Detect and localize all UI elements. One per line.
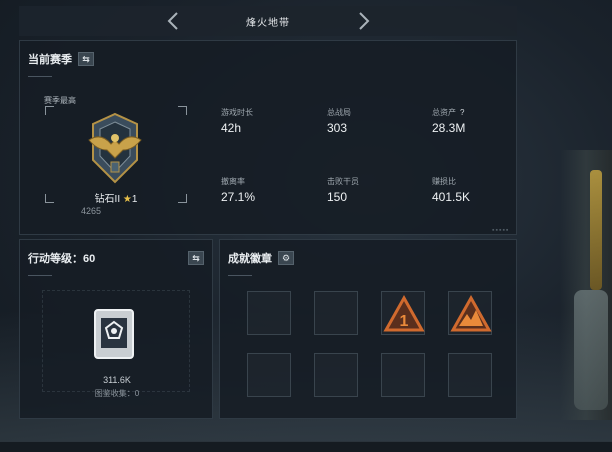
divider <box>28 275 52 276</box>
chevron-right-icon <box>359 12 370 30</box>
badge-slot-empty[interactable] <box>381 353 425 397</box>
badges-header: 成就徽章 ⚙ <box>228 250 294 266</box>
stat-value: 28.3M <box>432 121 466 135</box>
badge-slot-empty[interactable] <box>247 353 291 397</box>
mode-title: 烽火地带 <box>246 17 290 29</box>
badge-slot-mountain[interactable] <box>448 291 492 335</box>
badges-settings-button[interactable]: ⚙ <box>278 251 294 265</box>
collection-count: 图鉴收集：0 <box>94 389 140 398</box>
stat-label: 击败干员 <box>327 177 359 186</box>
badges-title: 成就徽章 <box>228 253 272 265</box>
level-score: 311.6K <box>103 375 131 385</box>
swap-icon: ⇆ <box>192 252 200 263</box>
switch-season-button[interactable]: ⇆ <box>78 52 94 66</box>
rank-stars: 1 <box>131 194 138 205</box>
rank-score: 4265 <box>80 206 102 216</box>
help-icon[interactable]: ? <box>460 108 464 117</box>
prev-mode-button[interactable] <box>162 9 186 33</box>
collection-case-icon <box>94 309 134 359</box>
character-silhouette <box>560 150 612 420</box>
badge-slot-empty[interactable] <box>314 353 358 397</box>
mode-selector-bar: 烽火地带 <box>19 6 517 36</box>
stat-value: 27.1% <box>221 190 256 204</box>
rank-frame: 钻石II ★1 <box>45 106 187 205</box>
rank-name: 钻石II ★1 <box>45 190 187 205</box>
season-best-label: 赛季最高 <box>44 96 76 105</box>
star-icon: ★ <box>122 194 132 205</box>
frame-corner <box>178 106 187 115</box>
season-title: 当前赛季 <box>28 54 72 66</box>
stat-label: 总资产? <box>432 107 465 118</box>
rank-name-text: 钻石II <box>94 194 121 205</box>
badge-slot-empty[interactable] <box>247 291 291 335</box>
badge-slot-rank-one[interactable]: 1 <box>381 291 425 335</box>
swap-icon: ⇆ <box>82 53 90 64</box>
stat-label: 游戏时长 <box>221 108 253 117</box>
stat-label: 总战局 <box>327 108 351 117</box>
operation-level-panel: 行动等级：60 ⇆ 311.6K 图鉴收集：0 <box>19 239 213 419</box>
next-mode-button[interactable] <box>351 9 375 33</box>
stat-value: 42h <box>221 121 242 135</box>
stat-label: 撤离率 <box>221 177 245 186</box>
level-title: 行动等级：60 <box>28 253 96 265</box>
gear-icon: ⚙ <box>281 252 291 263</box>
season-header: 当前赛季 ⇆ <box>28 51 94 67</box>
stat-profit-loss-ratio: 赚损比 401.5K <box>432 176 470 204</box>
stat-play-time: 游戏时长 42h <box>221 107 253 135</box>
stat-value: 150 <box>327 190 348 204</box>
stat-value: 401.5K <box>432 190 471 204</box>
chevron-left-icon <box>167 12 178 30</box>
badge-slot-empty[interactable] <box>314 291 358 335</box>
svg-text:1: 1 <box>400 313 409 330</box>
badge-slot-empty[interactable] <box>448 353 492 397</box>
stat-label-text: 总资产 <box>432 108 456 117</box>
stat-total-matches: 总战局 303 <box>327 107 351 135</box>
level-header: 行动等级：60 ⇆ <box>28 250 204 266</box>
divider <box>28 76 52 77</box>
bottom-bar <box>0 441 612 452</box>
mountain-badge-icon <box>450 294 492 332</box>
frame-corner <box>45 106 54 115</box>
stat-operators-defeated: 击败干员 150 <box>327 176 359 204</box>
switch-level-button[interactable]: ⇆ <box>188 251 204 265</box>
stat-value: 303 <box>327 121 348 135</box>
current-season-panel: 当前赛季 ⇆ 赛季最高 钻石II ★1 4265 游戏时长 42h 总战局 30… <box>19 40 517 235</box>
diamond-rank-emblem-icon <box>88 112 142 184</box>
achievement-badges-panel: 成就徽章 ⚙ 1 <box>219 239 517 419</box>
stat-extraction-rate: 撤离率 27.1% <box>221 176 255 204</box>
stat-label: 赚损比 <box>432 177 456 186</box>
stat-total-assets: 总资产? 28.3M <box>432 107 465 135</box>
decorative-dots: ▪▪▪▪▪ <box>492 227 510 234</box>
rank-one-badge-icon: 1 <box>383 294 425 332</box>
divider <box>228 275 252 276</box>
